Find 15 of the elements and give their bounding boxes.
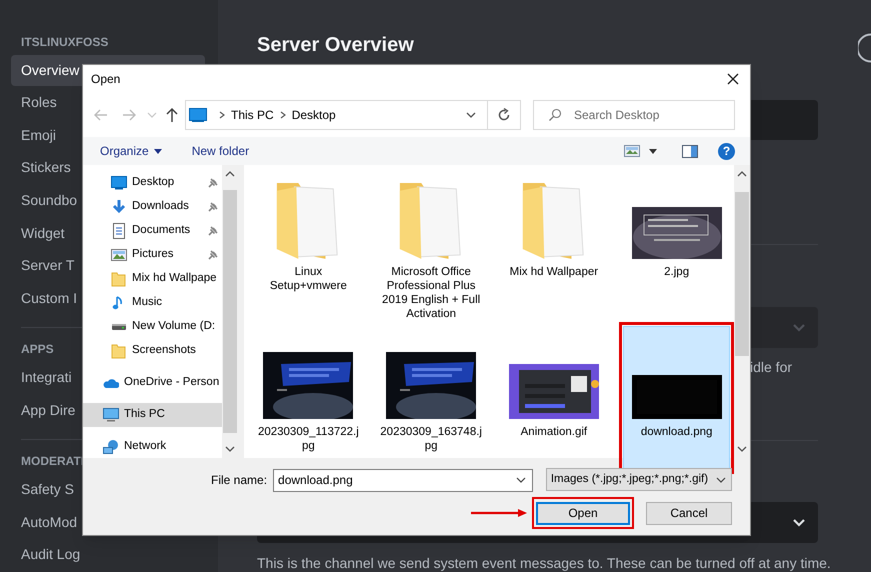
- section-header: ITSLINUXFOSS: [21, 34, 108, 51]
- description-text: This is the channel we send system event messages to. These can be turned off at any time.: [257, 554, 831, 572]
- description-text: idle for: [750, 358, 794, 377]
- file-name: 20230309_113722.jpg: [256, 425, 360, 453]
- window-title: Open: [91, 71, 120, 88]
- page-title: Server Overview: [257, 33, 414, 58]
- file-name: 2.jpg: [663, 265, 690, 279]
- file-name: Animation.gif: [520, 425, 588, 439]
- file-name: download.png: [640, 425, 714, 439]
- file-name: 20230309_163748.jpg: [379, 425, 483, 453]
- file-name: Linux Setup+vmwere: [268, 265, 348, 293]
- file-name: Mix hd Wallpaper: [508, 265, 600, 279]
- field-label: File name:: [211, 472, 268, 488]
- file-name: Microsoft Office Professional Plus 2019 English + Full Activation: [381, 265, 482, 321]
- section-header: APPS: [21, 341, 54, 358]
